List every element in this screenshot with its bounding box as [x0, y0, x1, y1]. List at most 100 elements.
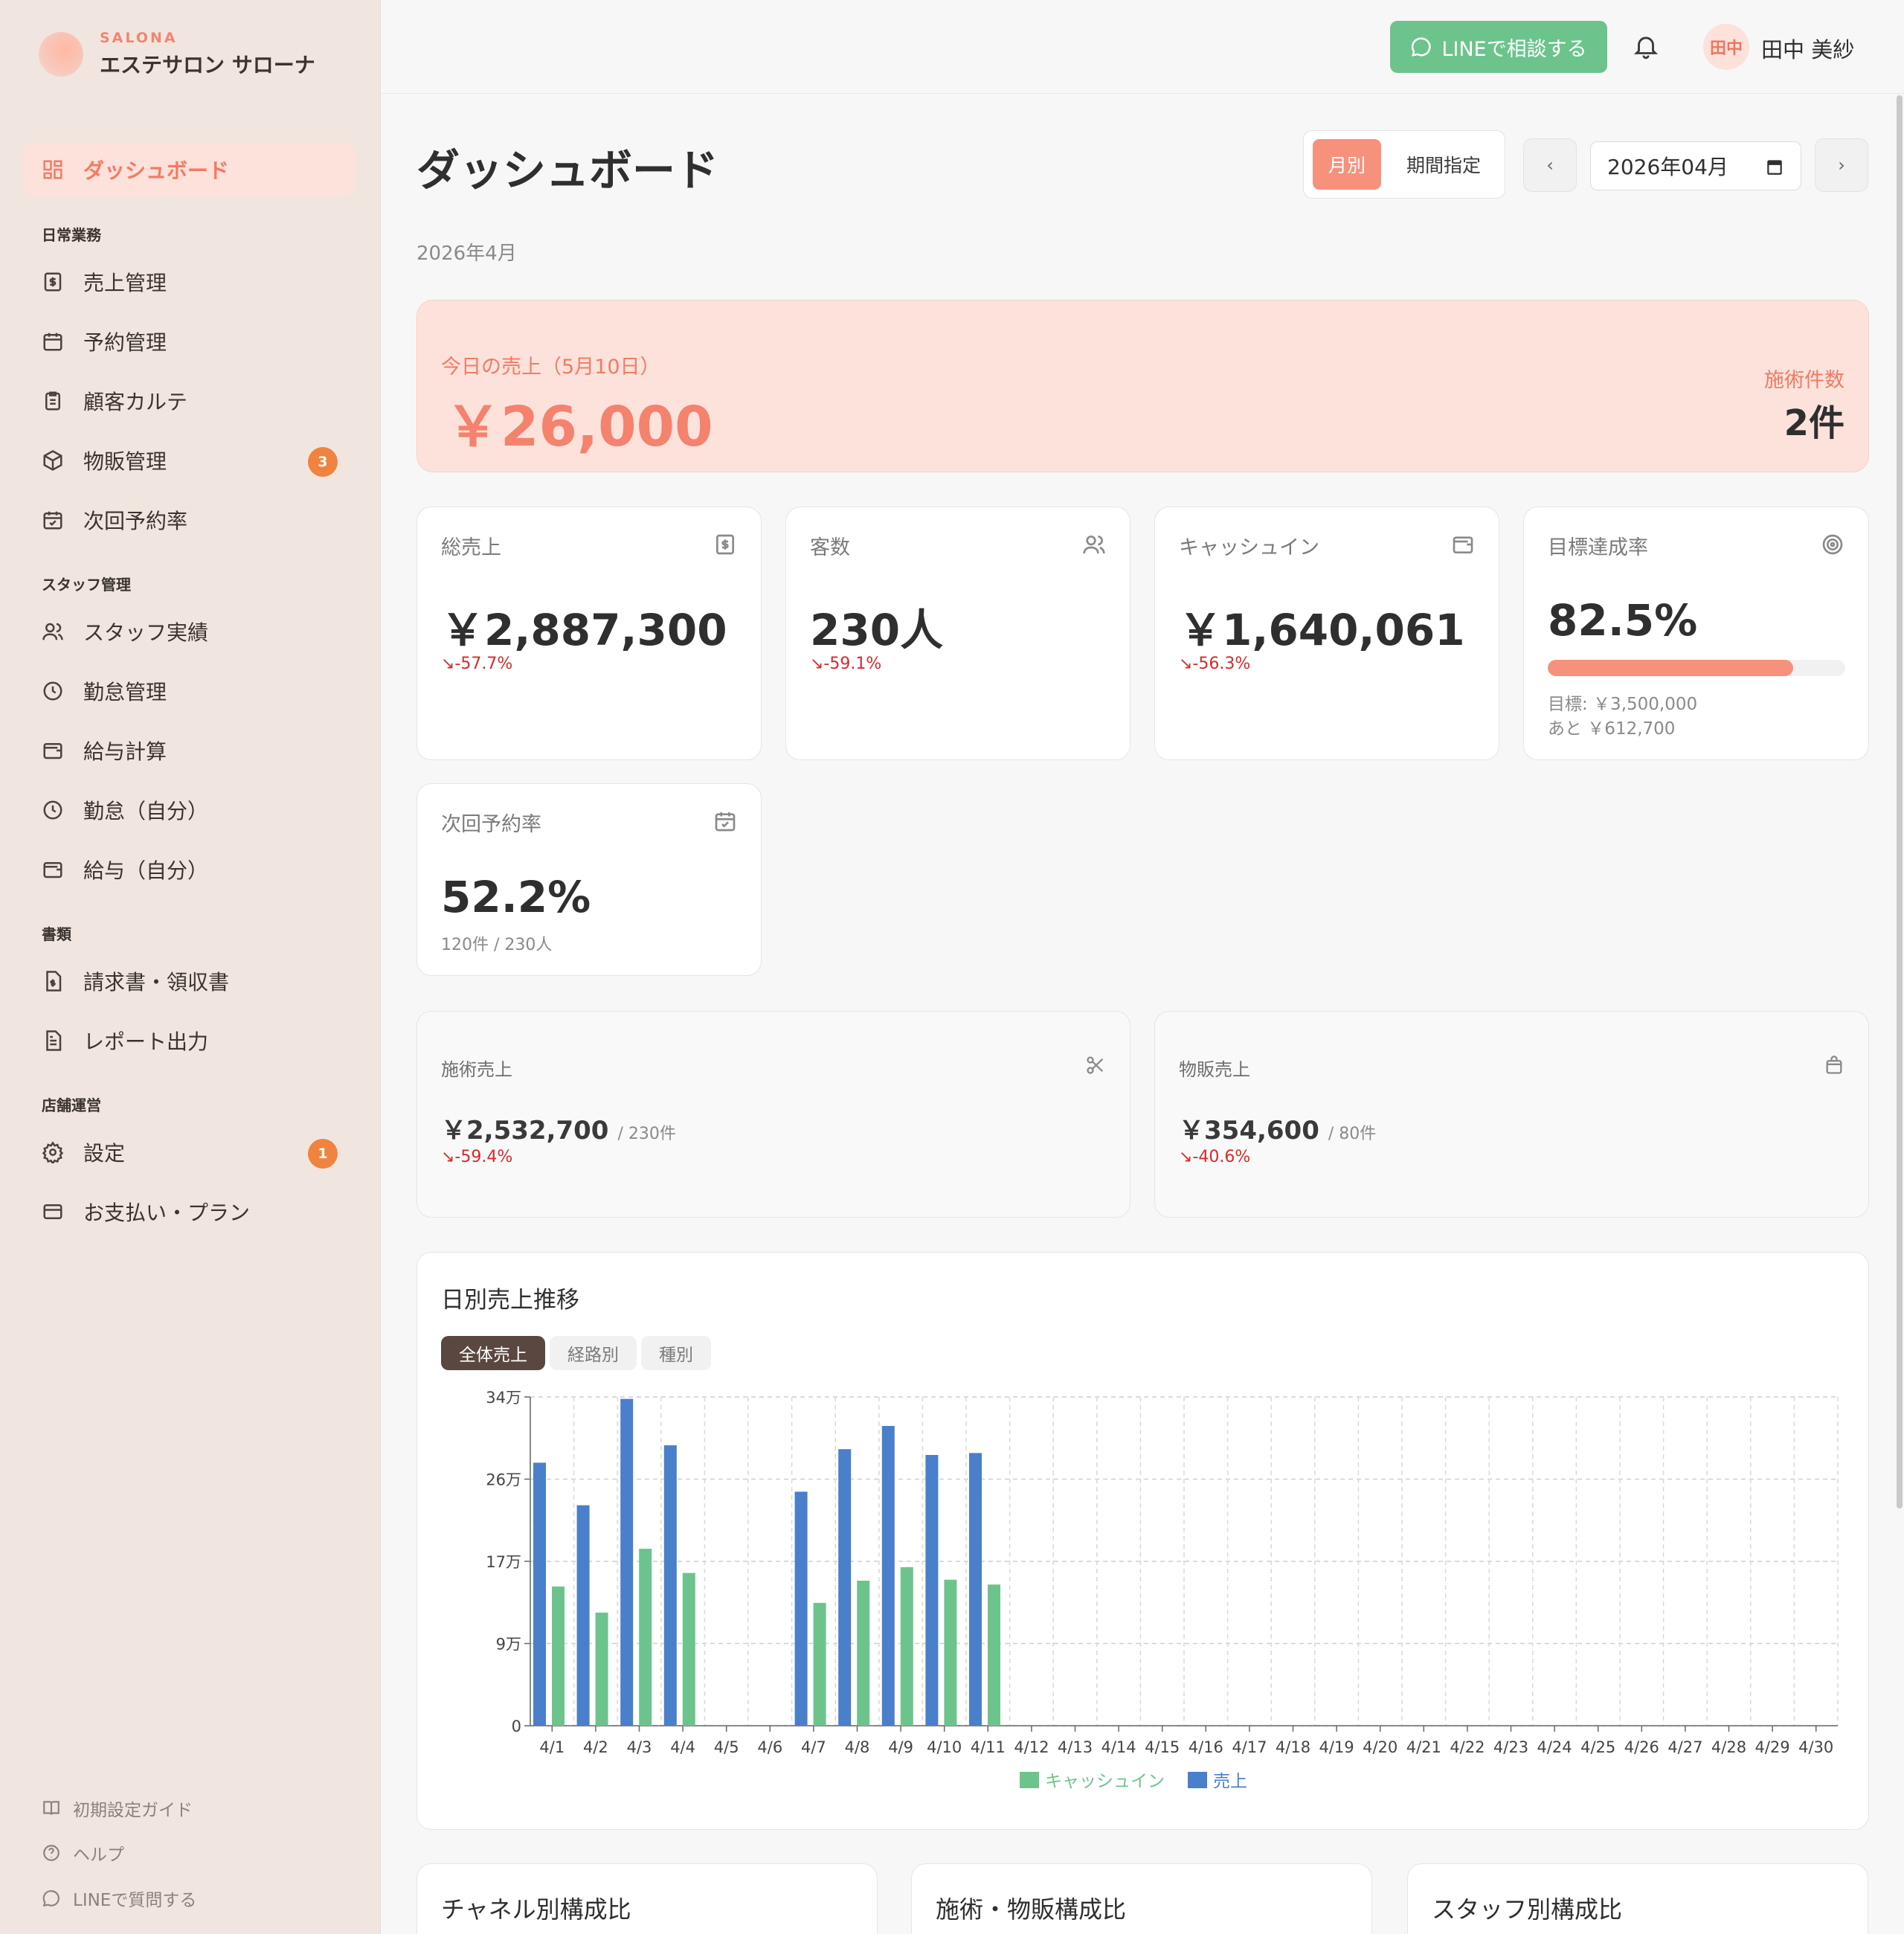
monthly-toggle[interactable]: 月別 — [1313, 139, 1381, 190]
scrollbar[interactable] — [1897, 95, 1903, 1509]
next-month-button[interactable]: › — [1815, 138, 1868, 192]
users-icon — [1083, 536, 1105, 554]
sidebar-item-payroll[interactable]: 給与計算 — [22, 724, 356, 777]
bar-cashin — [682, 1572, 695, 1726]
bar-sales — [663, 1445, 677, 1726]
kpi-value: 230人 — [810, 605, 944, 655]
brand-name: エステサロン サローナ — [100, 53, 315, 77]
sidebar-item-products[interactable]: 物販管理 3 — [22, 434, 356, 487]
bar-cashin — [944, 1579, 957, 1726]
footer-link-label: ヘルプ — [73, 1845, 124, 1865]
kpi-cash-in: キャッシュイン ￥1,640,061 ↘-56.3% — [1154, 507, 1499, 760]
prev-month-button[interactable]: ‹ — [1523, 138, 1577, 192]
sidebar-item-settings[interactable]: 設定 1 — [22, 1125, 356, 1179]
sidebar-item-dashboard[interactable]: ダッシュボード — [22, 143, 356, 196]
line-question-link[interactable]: LINEで質問する — [42, 1886, 196, 1911]
treatment-count-label: 施術件数 — [1764, 369, 1844, 392]
goal-progress-bar — [1548, 660, 1845, 676]
sidebar-item-reservations[interactable]: 予約管理 — [22, 315, 356, 368]
kpi-label: 客数 — [810, 536, 850, 559]
sidebar-item-label: 設定 — [83, 1141, 126, 1166]
setup-guide-link[interactable]: 初期設定ガイド — [42, 1796, 193, 1821]
x-tick-label: 4/26 — [1624, 1738, 1659, 1756]
goal-progress-fill — [1548, 660, 1793, 676]
sidebar-item-label: 請求書・領収書 — [83, 970, 230, 995]
range-toggle[interactable]: 期間指定 — [1392, 139, 1496, 190]
brand[interactable]: SALONA エステサロン サローナ — [39, 30, 315, 79]
sidebar-item-my-payroll[interactable]: 給与（自分） — [22, 843, 356, 896]
section-staff: スタッフ管理 — [42, 576, 131, 594]
x-tick-label: 4/5 — [714, 1738, 739, 1756]
sub-value: ￥354,600 / 80件 — [1179, 1110, 1376, 1146]
calendar-icon — [1767, 160, 1782, 175]
products-badge: 3 — [308, 447, 338, 477]
x-tick-label: 4/25 — [1580, 1738, 1615, 1756]
sidebar-item-my-attendance[interactable]: 勤怠（自分） — [22, 783, 356, 837]
users-icon — [42, 623, 63, 640]
x-tick-label: 4/27 — [1667, 1738, 1702, 1756]
bar-sales — [794, 1491, 808, 1726]
bar-sales — [838, 1449, 852, 1726]
sidebar-item-staff-performance[interactable]: スタッフ実績 — [22, 605, 356, 658]
bell-icon[interactable] — [1632, 31, 1660, 61]
x-tick-label: 4/17 — [1232, 1738, 1267, 1756]
sidebar-item-label: 予約管理 — [83, 330, 167, 355]
sidebar-item-label: 勤怠（自分） — [83, 799, 209, 823]
topbar: LINEで相談する 田中 田中 美紗 — [381, 0, 1904, 94]
bar-cashin — [988, 1584, 1000, 1726]
help-link[interactable]: ヘルプ — [42, 1840, 124, 1866]
sidebar-item-next-booking[interactable]: 次回予約率 — [22, 493, 356, 547]
kpi-value: 82.5% — [1548, 595, 1698, 646]
sidebar-item-label: スタッフ実績 — [83, 620, 209, 645]
sub-delta: ↘-40.6% — [1179, 1148, 1251, 1166]
y-tick-label: 34万 — [486, 1389, 521, 1407]
x-tick-label: 4/11 — [971, 1738, 1006, 1756]
gear-icon — [42, 1141, 64, 1163]
sidebar-item-invoices[interactable]: 請求書・領収書 — [22, 954, 356, 1008]
avatar[interactable]: 田中 — [1703, 24, 1749, 70]
page-title: ダッシュボード — [416, 145, 719, 196]
sidebar-item-customers[interactable]: 顧客カルテ — [22, 374, 356, 428]
chat-icon — [1412, 37, 1431, 57]
kpi-label: 目標達成率 — [1548, 536, 1648, 559]
sidebar-item-label: ダッシュボード — [83, 158, 230, 183]
kpi-value: ￥2,887,300 — [441, 605, 727, 655]
dollar-doc-icon — [716, 534, 734, 555]
line-consult-label: LINEで相談する — [1441, 37, 1587, 61]
card-title: 施術・物販構成比 — [936, 1895, 1127, 1924]
x-tick-label: 4/9 — [888, 1738, 913, 1756]
sidebar-item-attendance[interactable]: 勤怠管理 — [22, 664, 356, 718]
box-icon — [43, 450, 62, 471]
sub-delta: ↘-59.4% — [441, 1148, 513, 1166]
sidebar-item-sales[interactable]: 売上管理 — [22, 255, 356, 309]
month-picker[interactable]: 2026年04月 — [1590, 141, 1801, 190]
kpi-delta: ↘-57.7% — [441, 655, 513, 673]
kpi-label: キャッシュイン — [1179, 536, 1319, 559]
goal-remaining: あと ￥612,700 — [1548, 719, 1676, 739]
next-booking-note: 120件 / 230人 — [441, 936, 553, 954]
line-consult-button[interactable]: LINEで相談する — [1390, 21, 1607, 73]
y-tick-label: 17万 — [486, 1553, 521, 1571]
x-tick-label: 4/18 — [1276, 1738, 1310, 1756]
bar-cashin — [813, 1602, 826, 1726]
legend-swatch-sales — [1188, 1772, 1207, 1788]
today-sales-value: ￥26,000 — [446, 395, 713, 459]
calendar-check-icon — [43, 511, 62, 530]
x-tick-label: 4/10 — [927, 1738, 962, 1756]
today-sales-label: 今日の売上（5月10日） — [441, 356, 660, 379]
x-tick-label: 4/15 — [1145, 1738, 1180, 1756]
kpi-total-sales: 総売上 ￥2,887,300 ↘-57.7% — [416, 507, 762, 760]
x-tick-label: 4/23 — [1493, 1738, 1528, 1756]
sidebar-item-label: 顧客カルテ — [83, 390, 188, 414]
wallet-icon — [43, 743, 62, 759]
kpi-value: 52.2% — [441, 872, 591, 922]
bar-cashin — [857, 1581, 870, 1726]
x-tick-label: 4/7 — [801, 1738, 826, 1756]
sidebar-item-reports[interactable]: レポート出力 — [22, 1014, 356, 1067]
target-icon — [1822, 534, 1843, 555]
bag-icon — [1826, 1056, 1842, 1074]
user-name[interactable]: 田中 美紗 — [1761, 33, 1854, 64]
bar-sales — [620, 1398, 634, 1726]
sidebar-item-billing[interactable]: お支払い・プラン — [22, 1185, 356, 1239]
goal-target: 目標: ￥3,500,000 — [1548, 695, 1698, 714]
